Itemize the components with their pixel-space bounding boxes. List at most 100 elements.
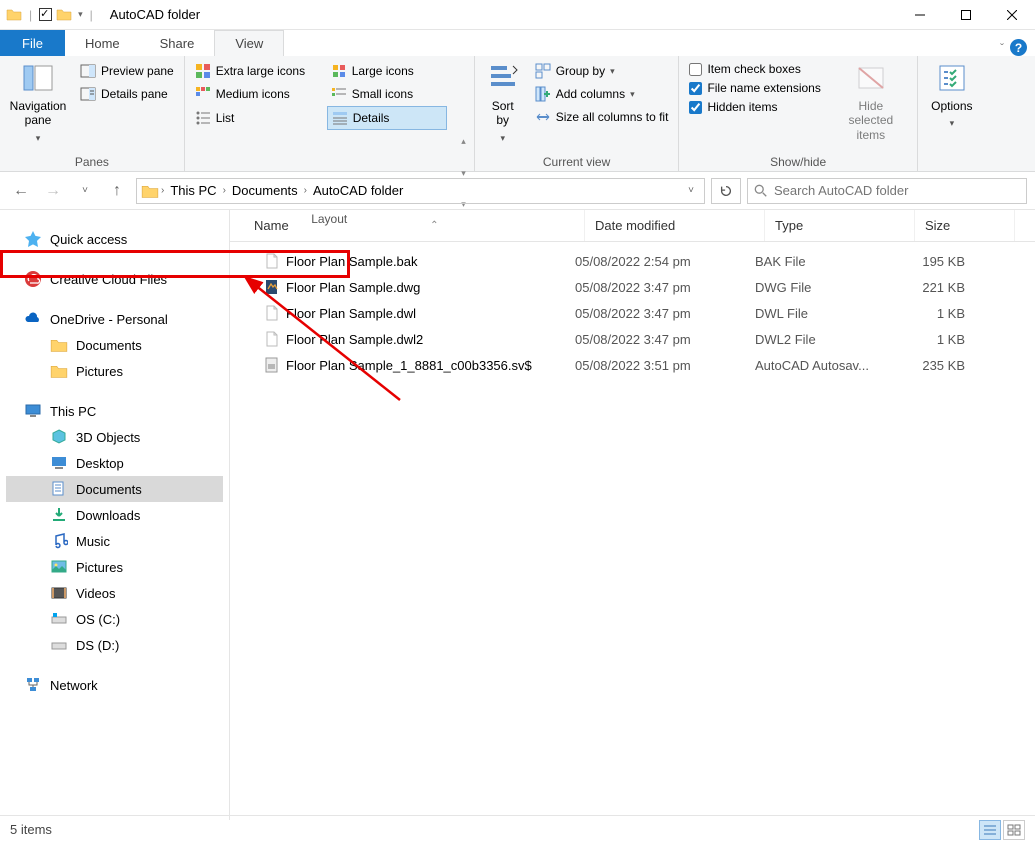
file-row[interactable]: Floor Plan Sample.bak05/08/2022 2:54 pmB… — [230, 248, 1035, 274]
file-icon — [264, 357, 280, 373]
preview-pane-button[interactable]: Preview pane — [76, 60, 178, 82]
sidebar-3d-objects[interactable]: 3D Objects — [6, 424, 223, 450]
sidebar-documents[interactable]: Documents — [6, 476, 223, 502]
search-input[interactable] — [774, 183, 1020, 198]
sort-indicator: ⌃ — [430, 220, 438, 231]
file-tab[interactable]: File — [0, 30, 65, 56]
pictures-icon — [50, 558, 68, 576]
maximize-button[interactable] — [943, 0, 989, 30]
navigation-pane-button[interactable]: Navigation pane — [6, 60, 70, 147]
preview-pane-icon — [80, 63, 96, 79]
forward-button[interactable]: → — [40, 178, 66, 204]
view-medium-button[interactable]: Medium icons — [191, 83, 326, 105]
layout-scroll-up[interactable]: ▴ — [461, 136, 466, 147]
item-check-boxes-toggle[interactable]: Item check boxes — [685, 60, 824, 78]
sidebar-onedrive[interactable]: OneDrive - Personal — [6, 306, 223, 332]
sidebar-quick-access[interactable]: Quick access — [6, 226, 223, 252]
hide-selected-button[interactable]: Hide selected items — [831, 60, 911, 145]
ribbon-collapse[interactable]: ˇ — [1000, 41, 1004, 55]
breadcrumb-this-pc[interactable]: This PC — [166, 183, 220, 198]
qat-check-icon[interactable] — [39, 8, 52, 21]
qat-dropdown[interactable]: ▾ — [78, 9, 83, 20]
file-type: BAK File — [745, 254, 895, 269]
breadcrumb-bar[interactable]: › This PC › Documents › AutoCAD folder ˅ — [136, 178, 705, 204]
sidebar-os-c[interactable]: OS (C:) — [6, 606, 223, 632]
back-button[interactable]: ← — [8, 178, 34, 204]
up-button[interactable]: ↑ — [104, 178, 130, 204]
sidebar-videos[interactable]: Videos — [6, 580, 223, 606]
chevron-right-icon[interactable]: › — [223, 185, 226, 196]
thumbnails-view-button[interactable] — [1003, 820, 1025, 840]
sidebar-creative-cloud[interactable]: Creative Cloud Files — [6, 266, 223, 292]
search-box[interactable] — [747, 178, 1027, 204]
file-date: 05/08/2022 3:47 pm — [565, 306, 745, 321]
details-view-button[interactable] — [979, 820, 1001, 840]
sidebar-pictures[interactable]: Pictures — [6, 554, 223, 580]
file-name-extensions-toggle[interactable]: File name extensions — [685, 79, 824, 97]
add-columns-button[interactable]: Add columns — [531, 83, 673, 105]
show-hide-group-label: Show/hide — [685, 153, 910, 171]
folder-icon — [6, 8, 22, 21]
folder-icon-qat[interactable] — [56, 8, 72, 21]
help-button[interactable]: ? — [1010, 39, 1027, 56]
medium-icon — [195, 86, 211, 102]
file-type: AutoCAD Autosav... — [745, 358, 895, 373]
refresh-button[interactable] — [711, 178, 741, 204]
file-row[interactable]: Floor Plan Sample.dwg05/08/2022 3:47 pmD… — [230, 274, 1035, 300]
tabstrip: File Home Share View ˇ ? — [0, 30, 1035, 56]
ribbon-group-options: Options — [918, 56, 986, 171]
sidebar-music[interactable]: Music — [6, 528, 223, 554]
sidebar-network[interactable]: Network — [6, 672, 223, 698]
sort-by-button[interactable]: Sort by — [481, 60, 525, 147]
hidden-items-toggle[interactable]: Hidden items — [685, 98, 824, 116]
file-row[interactable]: Floor Plan Sample_1_8881_c00b3356.sv$05/… — [230, 352, 1035, 378]
chevron-right-icon[interactable]: › — [161, 185, 164, 196]
options-button[interactable]: Options — [924, 60, 980, 132]
address-dropdown[interactable]: ˅ — [688, 185, 694, 196]
sidebar-ds-d[interactable]: DS (D:) — [6, 632, 223, 658]
col-name-header[interactable]: Name⌃ — [230, 210, 585, 241]
ribbon-group-layout: Extra large icons Large icons Medium ico… — [185, 56, 475, 171]
col-date-header[interactable]: Date modified — [585, 210, 765, 241]
star-icon — [24, 230, 42, 248]
file-name: Floor Plan Sample.bak — [286, 254, 418, 269]
ribbon-group-panes: Navigation pane Preview pane Details pan… — [0, 56, 185, 171]
col-size-header[interactable]: Size — [915, 210, 1015, 241]
nav-pane-label: Navigation pane — [10, 99, 67, 128]
view-xlarge-button[interactable]: Extra large icons — [191, 60, 326, 82]
details-pane-icon — [80, 86, 96, 102]
recent-dropdown[interactable]: ˅ — [72, 178, 98, 204]
pc-icon — [24, 402, 42, 420]
sidebar-onedrive-documents[interactable]: Documents — [6, 332, 223, 358]
current-view-group-label: Current view — [481, 153, 673, 171]
titlebar-left: | ▾ | AutoCAD folder — [0, 7, 200, 22]
view-tab[interactable]: View — [214, 30, 284, 56]
share-tab[interactable]: Share — [140, 30, 215, 56]
folder-icon — [50, 362, 68, 380]
details-pane-button[interactable]: Details pane — [76, 83, 178, 105]
view-small-button[interactable]: Small icons — [327, 83, 447, 105]
sidebar-downloads[interactable]: Downloads — [6, 502, 223, 528]
breadcrumb-documents[interactable]: Documents — [228, 183, 302, 198]
sidebar-onedrive-pictures[interactable]: Pictures — [6, 358, 223, 384]
file-row[interactable]: Floor Plan Sample.dwl05/08/2022 3:47 pmD… — [230, 300, 1035, 326]
main-area: Quick access Creative Cloud Files OneDri… — [0, 210, 1035, 820]
nav-sidebar: Quick access Creative Cloud Files OneDri… — [0, 210, 230, 820]
file-row[interactable]: Floor Plan Sample.dwl205/08/2022 3:47 pm… — [230, 326, 1035, 352]
close-button[interactable] — [989, 0, 1035, 30]
file-size: 1 KB — [895, 332, 985, 347]
window-title: AutoCAD folder — [110, 7, 200, 22]
view-list-button[interactable]: List — [191, 106, 326, 130]
col-type-header[interactable]: Type — [765, 210, 915, 241]
size-columns-button[interactable]: Size all columns to fit — [531, 106, 673, 128]
minimize-button[interactable] — [897, 0, 943, 30]
chevron-right-icon[interactable]: › — [304, 185, 307, 196]
addressbar: ← → ˅ ↑ › This PC › Documents › AutoCAD … — [0, 172, 1035, 210]
view-details-button[interactable]: Details — [327, 106, 447, 130]
group-by-button[interactable]: Group by — [531, 60, 673, 82]
home-tab[interactable]: Home — [65, 30, 140, 56]
view-large-button[interactable]: Large icons — [327, 60, 447, 82]
sidebar-desktop[interactable]: Desktop — [6, 450, 223, 476]
breadcrumb-current[interactable]: AutoCAD folder — [309, 183, 407, 198]
sidebar-this-pc[interactable]: This PC — [6, 398, 223, 424]
